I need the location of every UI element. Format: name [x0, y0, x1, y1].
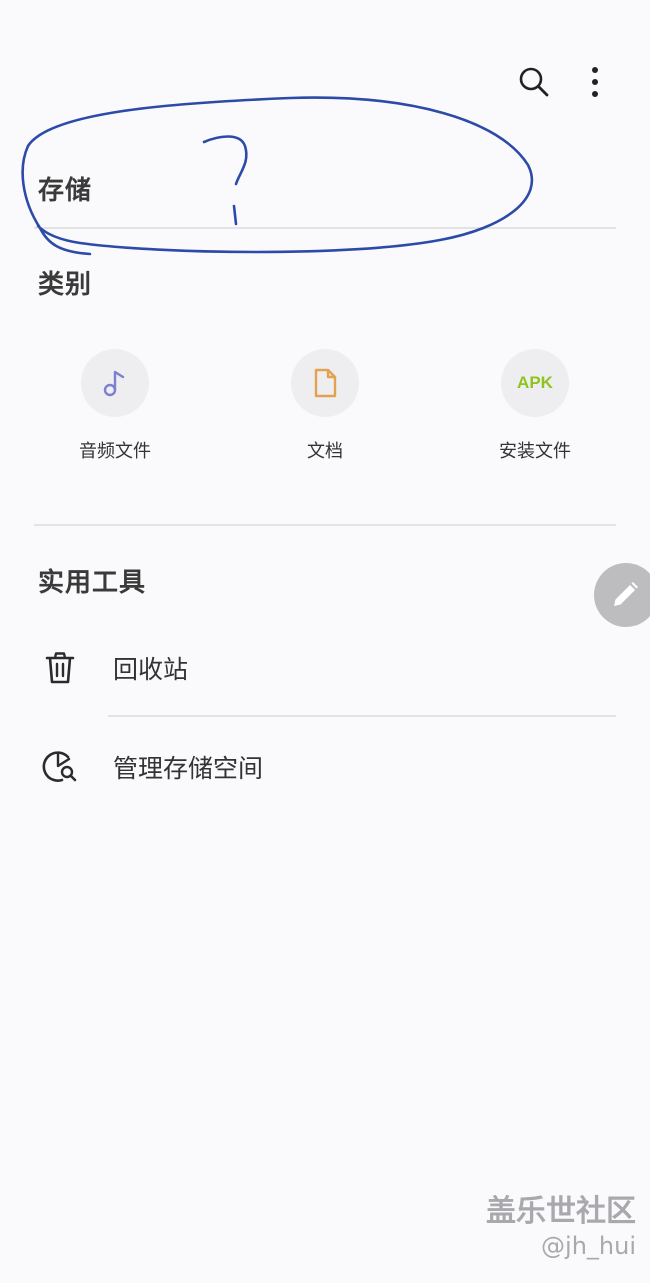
category-install-files[interactable]: APK 安装文件: [460, 349, 610, 463]
trash-icon: [45, 652, 75, 684]
document-icon: [314, 368, 337, 398]
categories-divider: [34, 524, 616, 526]
category-install-files-label: 安装文件: [499, 441, 571, 462]
category-audio-label: 音频文件: [79, 441, 151, 462]
watermark-user: @jh_hui: [541, 1232, 636, 1260]
storage-manage-icon-wrap: [40, 747, 80, 787]
floating-edit-button[interactable]: [594, 563, 650, 627]
tool-recycle-bin-label: 回收站: [113, 655, 189, 684]
trash-icon-wrap: [40, 648, 80, 688]
category-documents-label: 文档: [307, 441, 343, 462]
tool-manage-storage[interactable]: 管理存储空间: [40, 727, 616, 807]
tool-recycle-bin[interactable]: 回收站: [40, 628, 616, 708]
hand-drawn-circle-annotation: [21, 96, 534, 256]
pencil-icon: [614, 582, 638, 606]
storage-manage-icon: [42, 751, 77, 782]
categories-title: 类别: [38, 270, 93, 300]
apk-icon: APK: [517, 373, 553, 392]
audio-icon-circle: [81, 349, 149, 417]
watermark-brand: 盖乐世社区: [486, 1194, 636, 1229]
tool-manage-storage-label: 管理存储空间: [113, 754, 264, 783]
document-icon-circle: [291, 349, 359, 417]
category-documents[interactable]: 文档: [250, 349, 400, 463]
music-note-icon: [103, 370, 125, 397]
apk-icon-circle: APK: [501, 349, 569, 417]
category-audio[interactable]: 音频文件: [40, 349, 190, 463]
tools-title: 实用工具: [38, 568, 147, 598]
tools-divider: [108, 715, 616, 717]
